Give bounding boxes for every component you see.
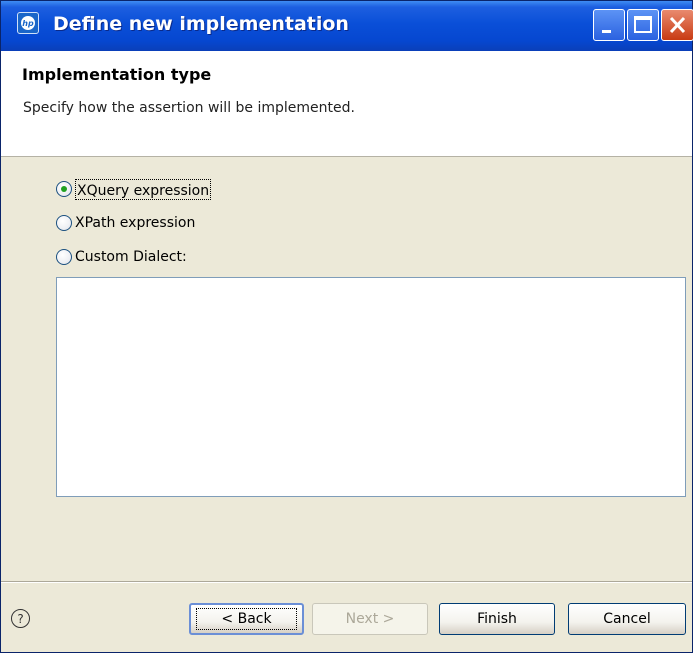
dialog-window: hp Define new implementation Implementat… [0,0,694,653]
page-description: Specify how the assertion will be implem… [23,100,355,116]
radio-xpath[interactable]: XPath expression [56,213,195,233]
radio-label-xpath: XPath expression [75,215,196,231]
finish-button[interactable]: Finish [439,603,555,635]
custom-dialect-textarea[interactable] [56,277,686,497]
page-title: Implementation type [22,65,212,84]
cancel-button[interactable]: Cancel [568,603,686,635]
next-button: Next > [312,603,428,635]
radio-label-xquery: XQuery expression [77,182,210,199]
radio-button[interactable] [56,215,72,231]
header-banner: Implementation type Specify how the asse… [1,51,692,157]
hp-logo-icon: hp [17,12,39,34]
radio-xquery[interactable]: XQuery expression [56,178,212,200]
radio-selected-dot [61,186,67,192]
radio-label-custom-dialect: Custom Dialect: [75,249,187,265]
close-icon [669,16,686,34]
radio-button[interactable] [56,249,72,265]
close-button[interactable] [661,9,694,41]
footer-separator [1,581,692,583]
back-button-label: < Back [196,608,297,630]
focus-indicator: XQuery expression [75,178,212,200]
window-title: Define new implementation [53,13,349,35]
back-button[interactable]: < Back [189,603,304,635]
minimize-icon [602,30,611,33]
title-bar[interactable]: hp Define new implementation [1,1,694,51]
maximize-icon [634,16,652,33]
minimize-button[interactable] [593,9,625,41]
hp-logo-text: hp [21,16,35,30]
help-icon[interactable]: ? [11,609,30,628]
radio-button-selected[interactable] [56,181,72,197]
maximize-button[interactable] [627,9,659,41]
radio-custom-dialect[interactable]: Custom Dialect: [56,247,187,267]
